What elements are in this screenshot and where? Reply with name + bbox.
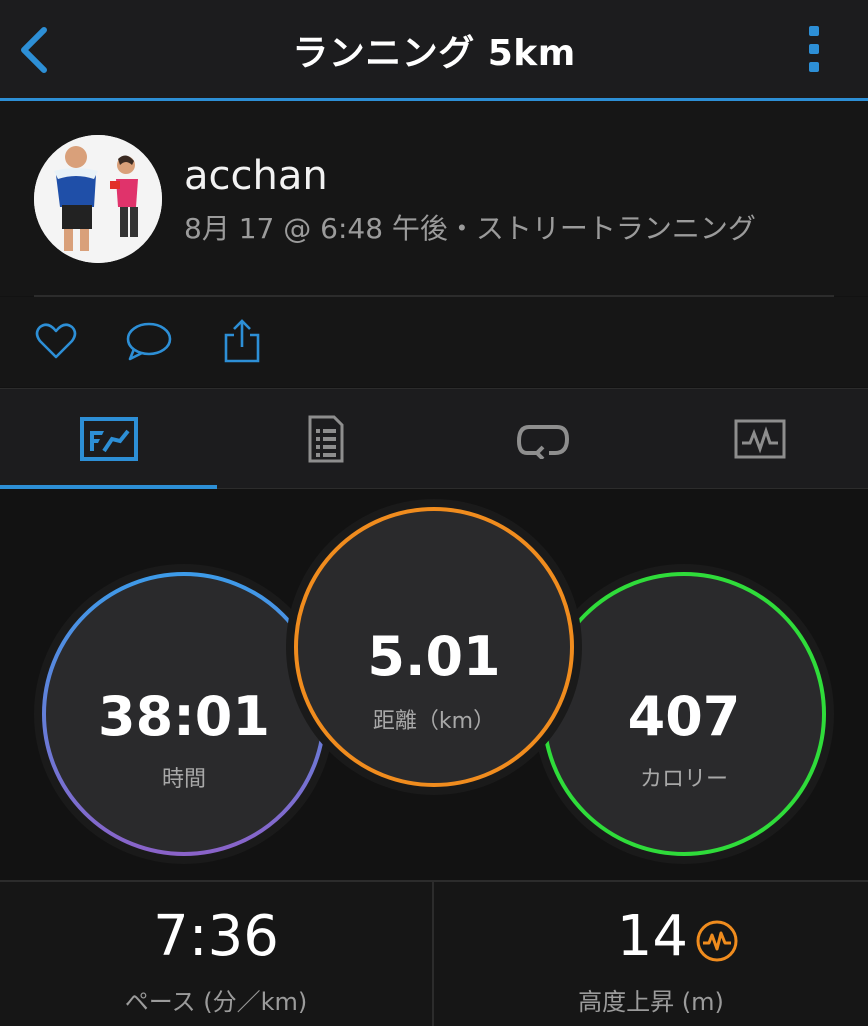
distance-label: 距離（km） <box>372 709 496 734</box>
summary-circles: 38:01 時間 5.01 距離（km） 407 カロリー <box>0 489 868 879</box>
username[interactable]: acchan <box>184 153 328 199</box>
like-button[interactable] <box>34 319 78 363</box>
distance-value: 5.01 <box>367 625 501 688</box>
comment-button[interactable] <box>124 319 174 363</box>
bottom-stats: 7:36 ペース (分／km) 14 高度上昇 (m) <box>0 880 868 1026</box>
more-dot-icon <box>809 62 819 72</box>
calories-label: カロリー <box>639 767 728 792</box>
overview-icon <box>79 417 138 461</box>
tab-charts[interactable] <box>651 389 868 489</box>
top-bar: ランニング 5km <box>0 0 868 101</box>
share-icon <box>224 319 260 363</box>
more-dot-icon <box>809 26 819 36</box>
page-title: ランニング 5km <box>292 33 576 74</box>
chart-icon <box>734 419 785 459</box>
more-menu-button[interactable] <box>804 26 824 76</box>
tab-overview[interactable] <box>0 389 217 489</box>
heart-icon <box>35 323 77 359</box>
activity-meta: 8月 17 @ 6:48 午後・ストリートランニング <box>184 212 756 245</box>
activity-profile: acchan 8月 17 @ 6:48 午後・ストリートランニング <box>0 101 868 296</box>
comment-icon <box>126 322 172 361</box>
tab-laps[interactable] <box>434 389 651 489</box>
details-icon <box>308 415 343 463</box>
avatar[interactable] <box>34 135 162 263</box>
share-button[interactable] <box>220 319 264 363</box>
calories-value: 407 <box>627 685 741 748</box>
elevation-value: 14 <box>616 904 688 969</box>
runners-avatar-image <box>34 135 162 263</box>
elevation-icon <box>696 920 738 962</box>
time-label: 時間 <box>161 767 206 792</box>
tab-details[interactable] <box>217 389 434 489</box>
tab-bar <box>0 388 868 489</box>
pace-label: ペース (分／km) <box>124 988 308 1016</box>
more-dot-icon <box>809 44 819 54</box>
laps-icon <box>516 425 569 459</box>
time-value: 38:01 <box>98 685 270 748</box>
social-actions <box>0 297 868 387</box>
pace-value: 7:36 <box>153 904 279 969</box>
elevation-label: 高度上昇 (m) <box>578 988 724 1016</box>
